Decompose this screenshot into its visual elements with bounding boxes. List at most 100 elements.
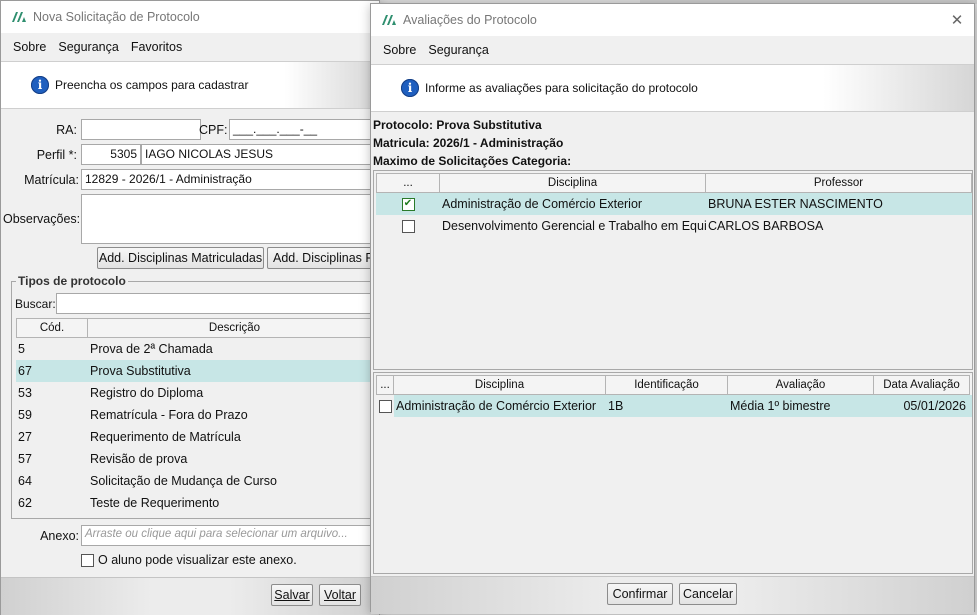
anexo-dropzone[interactable]: Arraste ou clique aqui para selecionar u… xyxy=(81,525,379,546)
back-info-text: Preencha os campos para cadastrar xyxy=(55,78,249,92)
tipo-desc: Rematrícula - Fora do Prazo xyxy=(90,408,248,422)
disciplinas-grid-body: ✔ Administração de Comércio Exterior BRUNA… xyxy=(376,193,972,237)
tipos-grid-header: Cód. Descrição xyxy=(16,318,382,338)
perfil-code-input[interactable]: 5305 xyxy=(81,144,141,165)
add-disciplinas-matriculadas-button[interactable]: Add. Disciplinas Matriculadas xyxy=(97,247,264,269)
tipo-desc: Solicitação de Mudança de Curso xyxy=(90,474,277,488)
avaliacao-disciplina: Administração de Comércio Exterior xyxy=(396,399,597,413)
tipo-desc: Teste de Requerimento xyxy=(90,496,220,510)
maximo-text: Maximo de Solicitações Categoria: xyxy=(373,154,572,168)
tipo-code: 5 xyxy=(18,342,25,356)
confirmar-button[interactable]: Confirmar xyxy=(607,583,673,605)
avaliacao-row[interactable]: Administração de Comércio Exterior 1B Médi… xyxy=(376,395,972,417)
tipos-grid-body: 5 Prova de 2ª Chamada 67 Prova Substitutiva… xyxy=(16,338,382,514)
avaliacoes-col-select[interactable]: ... xyxy=(376,375,394,395)
anexo-checkbox-box[interactable] xyxy=(81,553,94,567)
tipo-desc: Requerimento de Matrícula xyxy=(90,430,241,444)
dialog-title-bar: Avaliações do Protocolo ✕ xyxy=(371,4,974,36)
tipo-code: 27 xyxy=(18,430,32,444)
avaliacao-nome: Média 1º bimestre xyxy=(730,399,831,413)
avaliacao-identificacao: 1B xyxy=(608,399,624,413)
tipo-code: 59 xyxy=(18,408,32,422)
tipo-row[interactable]: 53 Registro do Diploma xyxy=(16,382,382,404)
disciplina-row[interactable]: Desenvolvimento Gerencial e Trabalho em … xyxy=(376,215,972,237)
ra-input[interactable] xyxy=(81,119,201,140)
avaliacoes-col-identificacao[interactable]: Identificação xyxy=(606,375,728,395)
menu-favoritos[interactable]: Favoritos xyxy=(131,40,182,54)
new-protocol-window: Nova Solicitação de Protocolo Sobre Segu… xyxy=(0,0,382,615)
perfil-name-input[interactable]: IAGO NICOLAS JESUS xyxy=(141,144,379,165)
disciplina-professor: CARLOS BARBOSA xyxy=(708,219,824,233)
tipo-row[interactable]: 57 Revisão de prova xyxy=(16,448,382,470)
disciplinas-col-professor[interactable]: Professor xyxy=(706,173,972,193)
dialog-menu-seguranca[interactable]: Segurança xyxy=(428,43,488,57)
avaliacoes-col-disciplina[interactable]: Disciplina xyxy=(394,375,606,395)
avaliacoes-grid-header: ... Disciplina Identificação Avaliação D… xyxy=(376,375,972,395)
back-window-title: Nova Solicitação de Protocolo xyxy=(33,10,200,24)
tipo-desc: Prova Substitutiva xyxy=(90,364,191,378)
avaliacoes-dialog: Avaliações do Protocolo ✕ Sobre Seguranç… xyxy=(370,3,975,614)
disciplina-select-cell[interactable]: ✔ xyxy=(376,197,440,211)
tipos-legend: Tipos de protocolo xyxy=(16,274,128,288)
checkbox-icon[interactable] xyxy=(401,219,415,233)
observacoes-textarea[interactable] xyxy=(81,194,379,244)
checkbox-icon[interactable] xyxy=(378,399,392,413)
col-cod[interactable]: Cód. xyxy=(16,318,88,338)
cancelar-button[interactable]: Cancelar xyxy=(679,583,737,605)
disciplinas-col-select[interactable]: ... xyxy=(376,173,440,193)
disciplinas-grid-header: ... Disciplina Professor xyxy=(376,173,972,193)
tipo-desc: Revisão de prova xyxy=(90,452,188,466)
dialog-info-icon: i xyxy=(401,79,419,97)
buscar-input[interactable] xyxy=(56,293,382,314)
avaliacoes-col-avaliacao[interactable]: Avaliação xyxy=(728,375,874,395)
avaliacoes-col-data[interactable]: Data Avaliação xyxy=(874,375,970,395)
cpf-input[interactable]: ___.___.___-__ xyxy=(229,119,379,140)
observacoes-label: Observações: xyxy=(3,212,81,226)
back-info-bar: i Preencha os campos para cadastrar xyxy=(1,61,379,109)
add-disciplinas-pendentes-button[interactable]: Add. Disciplinas Pe xyxy=(267,247,379,269)
disciplina-select-cell[interactable] xyxy=(376,219,440,233)
back-title-bar: Nova Solicitação de Protocolo xyxy=(1,1,379,33)
disciplinas-grid: ... Disciplina Professor ✔ Administração … xyxy=(373,170,973,370)
dialog-footer: Confirmar Cancelar xyxy=(371,576,974,614)
matricula-label: Matrícula: xyxy=(24,173,79,187)
dialog-info-bar: i Informe as avaliações para solicitação… xyxy=(371,64,974,112)
avaliacoes-grid: ... Disciplina Identificação Avaliação D… xyxy=(373,372,973,574)
checkbox-checked-icon[interactable]: ✔ xyxy=(401,197,415,211)
app-logo-icon xyxy=(11,11,27,23)
tipos-grid: Cód. Descrição 5 Prova de 2ª Chamada 67 Pro… xyxy=(16,318,382,514)
tipo-row[interactable]: 67 Prova Substitutiva xyxy=(16,360,382,382)
col-descricao[interactable]: Descrição xyxy=(88,318,382,338)
tipo-row[interactable]: 64 Solicitação de Mudança de Curso xyxy=(16,470,382,492)
tipo-code: 67 xyxy=(18,364,32,378)
disciplina-name: Administração de Comércio Exterior xyxy=(442,197,643,211)
avaliacao-data: 05/01/2026 xyxy=(903,399,966,413)
salvar-button[interactable]: Salvar xyxy=(271,584,313,606)
anexo-visible-checkbox[interactable]: O aluno pode visualizar este anexo. xyxy=(81,553,297,567)
matricula-select[interactable]: 12829 - 2026/1 - Administração xyxy=(81,169,379,190)
close-icon[interactable]: ✕ xyxy=(940,11,974,29)
tipo-row[interactable]: 62 Teste de Requerimento xyxy=(16,492,382,514)
dialog-menubar: Sobre Segurança xyxy=(371,36,974,64)
menu-sobre[interactable]: Sobre xyxy=(13,40,46,54)
tipo-row[interactable]: 27 Requerimento de Matrícula xyxy=(16,426,382,448)
tipo-code: 64 xyxy=(18,474,32,488)
disciplinas-col-disciplina[interactable]: Disciplina xyxy=(440,173,706,193)
ra-label: RA: xyxy=(56,123,77,137)
avaliacao-select-cell[interactable] xyxy=(376,395,394,417)
tipo-desc: Prova de 2ª Chamada xyxy=(90,342,213,356)
back-footer: Salvar Voltar xyxy=(1,577,379,615)
voltar-button[interactable]: Voltar xyxy=(319,584,361,606)
tipo-row[interactable]: 5 Prova de 2ª Chamada xyxy=(16,338,382,360)
tipo-code: 57 xyxy=(18,452,32,466)
tipo-row[interactable]: 59 Rematrícula - Fora do Prazo xyxy=(16,404,382,426)
disciplina-row[interactable]: ✔ Administração de Comércio Exterior BRUNA… xyxy=(376,193,972,215)
disciplina-name: Desenvolvimento Gerencial e Trabalho em … xyxy=(442,219,706,233)
menu-seguranca[interactable]: Segurança xyxy=(58,40,118,54)
dialog-menu-sobre[interactable]: Sobre xyxy=(383,43,416,57)
info-icon: i xyxy=(31,76,49,94)
perfil-label: Perfil *: xyxy=(36,148,77,162)
protocolo-text: Protocolo: Prova Substitutiva xyxy=(373,118,542,132)
disciplina-professor: BRUNA ESTER NASCIMENTO xyxy=(708,197,883,211)
anexo-label: Anexo: xyxy=(40,529,79,543)
